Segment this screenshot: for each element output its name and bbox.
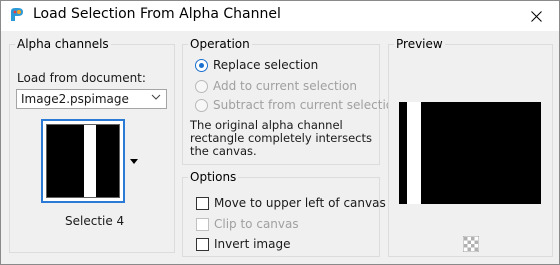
replace-selection-radio[interactable]: Replace selection — [195, 58, 318, 72]
dialog-window: Load Selection From Alpha Channel Alpha … — [0, 0, 560, 265]
channel-thumbnail-image — [46, 124, 120, 198]
checkbox-box — [196, 237, 209, 251]
checkbox-label: Invert image — [214, 237, 291, 251]
radio-indicator — [195, 58, 208, 72]
channel-thumbnail[interactable] — [41, 119, 125, 203]
subtract-selection-radio[interactable]: Subtract from current selection — [195, 98, 401, 112]
close-icon — [530, 10, 542, 22]
paintshop-icon — [11, 8, 23, 21]
move-upper-left-checkbox[interactable]: Move to upper left of canvas — [196, 196, 386, 210]
checkbox-label: Move to upper left of canvas — [214, 196, 386, 210]
checkbox-label: Clip to canvas — [214, 217, 299, 231]
operation-legend: Operation — [188, 37, 252, 51]
radio-indicator — [195, 98, 208, 112]
document-value: Image2.pspimage — [21, 92, 129, 106]
document-select[interactable]: Image2.pspimage — [16, 89, 167, 109]
checkbox-box — [196, 196, 209, 210]
preview-legend: Preview — [394, 37, 445, 51]
triangle-down-icon — [130, 158, 138, 164]
thumbnail-stripe — [84, 125, 96, 197]
close-button[interactable] — [513, 1, 559, 31]
title-bar: Load Selection From Alpha Channel — [1, 1, 559, 31]
load-from-label: Load from document: — [17, 71, 146, 85]
alpha-channels-legend: Alpha channels — [15, 37, 111, 51]
radio-label: Add to current selection — [213, 79, 357, 93]
checkbox-box — [196, 217, 209, 231]
radio-label: Replace selection — [213, 58, 319, 72]
add-selection-radio[interactable]: Add to current selection — [195, 79, 357, 93]
preview-stripe — [407, 102, 421, 204]
preview-image — [399, 102, 541, 204]
radio-label: Subtract from current selection — [213, 98, 401, 112]
radio-indicator — [195, 79, 208, 93]
channel-name: Selectie 4 — [65, 214, 125, 228]
invert-image-checkbox[interactable]: Invert image — [196, 237, 290, 251]
chevron-down-icon — [151, 94, 161, 100]
operation-info-text: The original alpha channel rectangle com… — [190, 118, 373, 158]
options-legend: Options — [188, 170, 239, 184]
clip-to-canvas-checkbox[interactable]: Clip to canvas — [196, 217, 299, 231]
window-title: Load Selection From Alpha Channel — [33, 6, 281, 22]
checkerboard-icon[interactable] — [463, 236, 479, 252]
channel-dropdown-button[interactable] — [125, 141, 143, 181]
